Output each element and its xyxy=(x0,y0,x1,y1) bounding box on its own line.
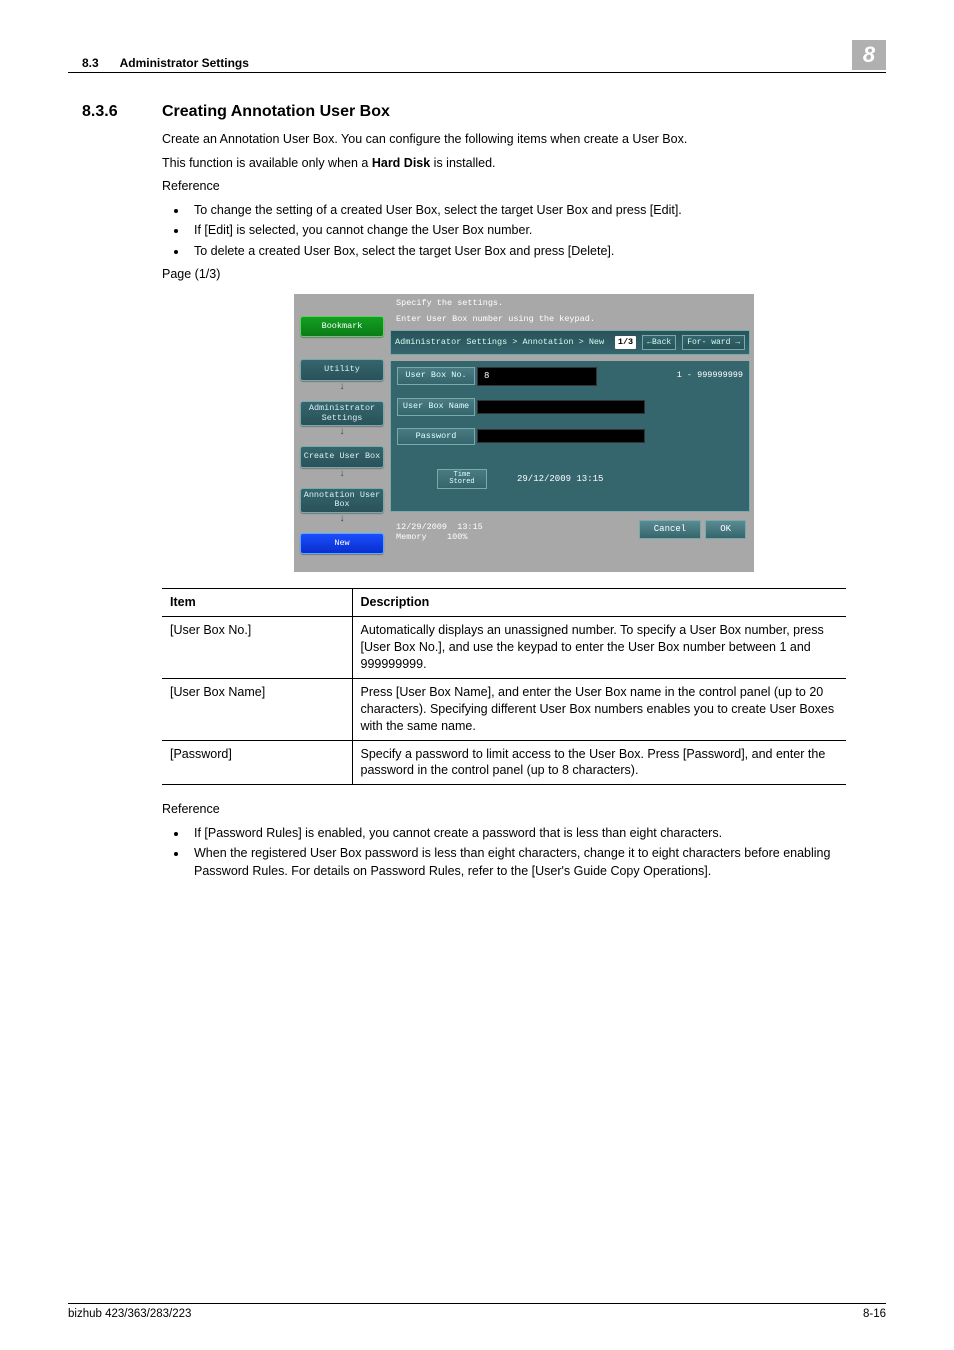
device-status-meta: 12/29/2009 13:15 Memory 100% xyxy=(396,523,483,542)
page-header: 8.3 Administrator Settings 8 xyxy=(68,40,886,73)
device-panel: Bookmark Utility ↓ Administrator Setting… xyxy=(294,294,754,573)
section-number: 8.3 xyxy=(82,56,99,70)
arrow-down-icon: ↓ xyxy=(339,468,345,482)
time-stored-label: Time Stored xyxy=(437,469,487,489)
utility-button[interactable]: Utility xyxy=(300,359,384,381)
arrow-down-icon: ↓ xyxy=(339,426,345,440)
cancel-button[interactable]: Cancel xyxy=(639,520,701,539)
bookmark-button[interactable]: Bookmark xyxy=(300,316,384,338)
administrator-settings-button[interactable]: Administrator Settings xyxy=(300,401,384,426)
device-bottom-bar: 12/29/2009 13:15 Memory 100% Cancel OK xyxy=(390,518,750,551)
table-head-desc: Description xyxy=(352,589,846,617)
item-cell: [Password] xyxy=(162,740,352,785)
subsection-heading: 8.3.6 Creating Annotation User Box xyxy=(68,103,886,121)
device-titlebar: Administrator Settings > Annotation > Ne… xyxy=(390,330,750,355)
password-button[interactable]: Password xyxy=(397,428,475,446)
reference-list-1: To change the setting of a created User … xyxy=(188,202,886,261)
password-value xyxy=(477,429,645,443)
item-cell: [User Box Name] xyxy=(162,678,352,740)
desc-cell: Automatically displays an unassigned num… xyxy=(352,617,846,679)
page-footer: bizhub 423/363/283/223 8-16 xyxy=(68,1303,886,1320)
reference-label-1: Reference xyxy=(162,178,886,196)
section-breadcrumb: 8.3 Administrator Settings xyxy=(68,56,249,70)
device-breadcrumb: Administrator Settings > Annotation > Ne… xyxy=(395,337,609,349)
list-item: To delete a created User Box, select the… xyxy=(188,243,886,261)
table-row: [User Box No.] Automatically displays an… xyxy=(162,617,846,679)
list-item: If [Password Rules] is enabled, you cann… xyxy=(188,825,886,843)
reference-label-2: Reference xyxy=(162,801,886,819)
new-button[interactable]: New xyxy=(300,533,384,555)
desc-cell: Press [User Box Name], and enter the Use… xyxy=(352,678,846,740)
table-row: [Password] Specify a password to limit a… xyxy=(162,740,846,785)
reference-list-2: If [Password Rules] is enabled, you cann… xyxy=(188,825,886,881)
footer-page-number: 8-16 xyxy=(863,1308,886,1320)
range-hint: 1 - 999999999 xyxy=(677,370,743,382)
device-sidebar: Bookmark Utility ↓ Administrator Setting… xyxy=(294,294,390,561)
section-title: Administrator Settings xyxy=(120,56,249,70)
table-head-item: Item xyxy=(162,589,352,617)
device-figure: Bookmark Utility ↓ Administrator Setting… xyxy=(162,294,886,579)
device-panel-body: User Box No. 8 1 - 999999999 User Box Na… xyxy=(390,361,750,512)
subsection-title: Creating Annotation User Box xyxy=(162,103,390,121)
user-box-name-button[interactable]: User Box Name xyxy=(397,398,475,416)
intro-paragraph-2: This function is available only when a H… xyxy=(162,155,886,173)
back-button[interactable]: ←Back xyxy=(642,335,676,350)
footer-product: bizhub 423/363/283/223 xyxy=(68,1308,191,1320)
desc-cell: Specify a password to limit access to th… xyxy=(352,740,846,785)
item-description-table: Item Description [User Box No.] Automati… xyxy=(162,588,846,785)
user-box-no-button[interactable]: User Box No. xyxy=(397,367,475,385)
hard-disk-bold: Hard Disk xyxy=(372,156,430,170)
item-cell: [User Box No.] xyxy=(162,617,352,679)
arrow-down-icon: ↓ xyxy=(339,381,345,395)
list-item: When the registered User Box password is… xyxy=(188,845,886,880)
subsection-number: 8.3.6 xyxy=(68,103,162,121)
page-indicator: Page (1/3) xyxy=(162,266,886,284)
time-stored-value: 29/12/2009 13:15 xyxy=(489,473,603,486)
chapter-flag: 8 xyxy=(852,40,886,70)
ok-button[interactable]: OK xyxy=(705,520,746,539)
table-row: [User Box Name] Press [User Box Name], a… xyxy=(162,678,846,740)
list-item: If [Edit] is selected, you cannot change… xyxy=(188,222,886,240)
list-item: To change the setting of a created User … xyxy=(188,202,886,220)
forward-button[interactable]: For- ward → xyxy=(682,335,745,350)
annotation-user-box-button[interactable]: Annotation User Box xyxy=(300,488,384,513)
user-box-name-value xyxy=(477,400,645,414)
user-box-no-value: 8 xyxy=(477,367,597,386)
intro-paragraph-1: Create an Annotation User Box. You can c… xyxy=(162,131,886,149)
device-page-count: 1/3 xyxy=(615,336,636,350)
create-user-box-button[interactable]: Create User Box xyxy=(300,446,384,468)
device-instructions: Specify the settings. Enter User Box num… xyxy=(396,298,750,324)
arrow-down-icon: ↓ xyxy=(339,513,345,527)
